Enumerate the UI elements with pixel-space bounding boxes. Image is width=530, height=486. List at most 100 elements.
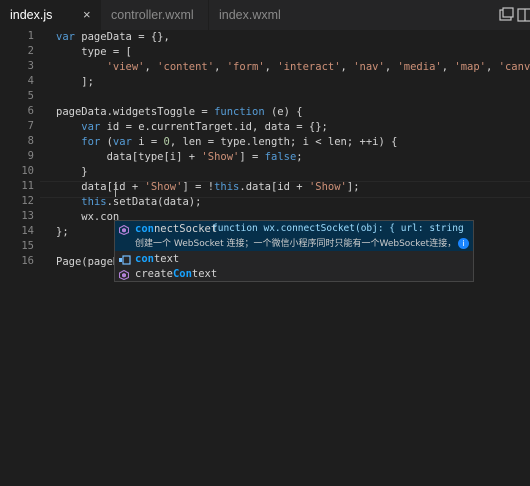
- line-number: 3: [27, 60, 34, 72]
- line-number: 11: [21, 180, 34, 192]
- code-token: data[type[i]: [56, 151, 189, 163]
- code-token: type: [56, 46, 113, 58]
- code-token: +: [296, 181, 309, 193]
- snippet-icon: [119, 254, 131, 265]
- string-literal: 'map': [454, 61, 486, 73]
- code-token: , len: [169, 136, 208, 148]
- string-literal: 'canvas': [498, 61, 530, 73]
- keyword: this: [214, 181, 240, 193]
- tab-index-js[interactable]: index.js ×: [0, 0, 100, 30]
- code-token: ]: [239, 151, 253, 163]
- code-line-13: wx.con: [56, 209, 119, 225]
- close-icon[interactable]: ×: [83, 0, 91, 30]
- code-token: .data[id: [239, 181, 297, 193]
- code-token: ,: [264, 61, 278, 73]
- code-token: i: [131, 136, 151, 148]
- split-editor-icon[interactable]: [497, 6, 515, 24]
- code-token: ]: [182, 181, 196, 193]
- code-line-16: Page(pageD: [56, 254, 119, 270]
- code-line-11: data[id + 'Show'] = !this.data[id + 'Sho…: [56, 179, 360, 195]
- keyword: function: [214, 106, 265, 118]
- line-number: 8: [27, 135, 34, 147]
- string-literal: 'view': [106, 61, 145, 73]
- code-line-2: type = [: [56, 44, 132, 60]
- tab-bar: index.js × controller.wxml index.wxml: [0, 0, 530, 30]
- suggestion-detail: function wx.connectSocket(obj: { url: st…: [212, 223, 464, 234]
- keyword: for: [81, 136, 101, 148]
- code-token: ,: [486, 61, 499, 73]
- line-number: 2: [27, 45, 34, 57]
- code-token: pageData.widgetsToggle: [56, 106, 202, 118]
- line-number: 10: [21, 165, 34, 177]
- keyword: var: [81, 121, 101, 133]
- code-token: .setData(data);: [106, 196, 202, 208]
- code-line-6: pageData.widgetsToggle = function (e) {: [56, 104, 303, 120]
- line-number: 5: [27, 90, 34, 102]
- code-token: };: [56, 226, 69, 238]
- method-icon: [118, 269, 130, 281]
- string-literal: 'Show': [201, 151, 240, 163]
- line-number: 16: [21, 255, 34, 267]
- code-token: wx.con: [56, 211, 120, 223]
- keyword: false: [264, 151, 297, 163]
- code-line-12: this.setData(data);: [56, 194, 201, 210]
- string-literal: 'nav': [353, 61, 385, 73]
- keyword: var: [56, 31, 75, 43]
- suggestion-label: connectSocket: [135, 223, 218, 235]
- tab-index-wxml[interactable]: index.wxml: [208, 0, 308, 30]
- code-line-7: var id = e.currentTarget.id, data = {};: [56, 119, 328, 135]
- code-token: ,: [214, 61, 227, 73]
- keyword: this: [81, 196, 107, 208]
- code-token: = type.length; i: [207, 136, 316, 148]
- code-token: data[id: [56, 181, 132, 193]
- code-line-10: }: [56, 164, 87, 180]
- code-token: (: [100, 136, 113, 148]
- suggestion-connectsocket[interactable]: connectSocket function wx.connectSocket(…: [115, 221, 473, 251]
- line-number: 6: [27, 105, 34, 117]
- line-number: 14: [21, 225, 34, 237]
- tab-controller-wxml[interactable]: controller.wxml: [100, 0, 208, 30]
- code-line-1: var pageData = {},: [56, 30, 170, 45]
- code-token: < len; ++i) {: [315, 136, 398, 148]
- line-number: 4: [27, 75, 34, 87]
- tab-label: controller.wxml: [111, 8, 194, 22]
- method-icon: [118, 224, 130, 236]
- suggestion-label: context: [135, 253, 180, 265]
- string-literal: 'Show': [308, 181, 347, 193]
- autocomplete-suggest-widget[interactable]: connectSocket function wx.connectSocket(…: [114, 220, 474, 282]
- string-literal: 'form': [226, 61, 265, 73]
- suggestion-createcontext[interactable]: createContext: [115, 266, 473, 282]
- code-line-14: };: [56, 224, 69, 240]
- code-token: ,: [340, 61, 354, 73]
- suggestion-context[interactable]: context: [115, 251, 473, 267]
- code-token: Page(pageD: [56, 256, 120, 268]
- code-token: ;: [296, 151, 303, 163]
- info-icon[interactable]: i: [458, 238, 469, 249]
- string-literal: 'Show': [144, 181, 183, 193]
- tab-label: index.wxml: [219, 8, 281, 22]
- line-number: 13: [21, 210, 34, 222]
- code-token: (e) {: [264, 106, 303, 118]
- code-token: ,: [441, 61, 455, 73]
- string-literal: 'content': [157, 61, 215, 73]
- code-token: =: [201, 106, 215, 118]
- code-token: ,: [144, 61, 158, 73]
- code-line-4: ];: [56, 74, 94, 90]
- string-literal: 'interact': [277, 61, 341, 73]
- code-token: = {};: [296, 121, 328, 133]
- more-actions-icon[interactable]: [517, 6, 530, 24]
- code-token: +: [131, 181, 145, 193]
- code-token: ];: [346, 181, 360, 193]
- line-number: 1: [27, 30, 34, 42]
- keyword: var: [112, 136, 132, 148]
- code-token: =: [252, 151, 265, 163]
- code-line-9: data[type[i] + 'Show'] = false;: [56, 149, 303, 165]
- code-token: = [: [112, 46, 132, 58]
- suggestion-label: createContext: [135, 268, 218, 280]
- line-number: 9: [27, 150, 34, 162]
- code-token: ];: [56, 76, 94, 88]
